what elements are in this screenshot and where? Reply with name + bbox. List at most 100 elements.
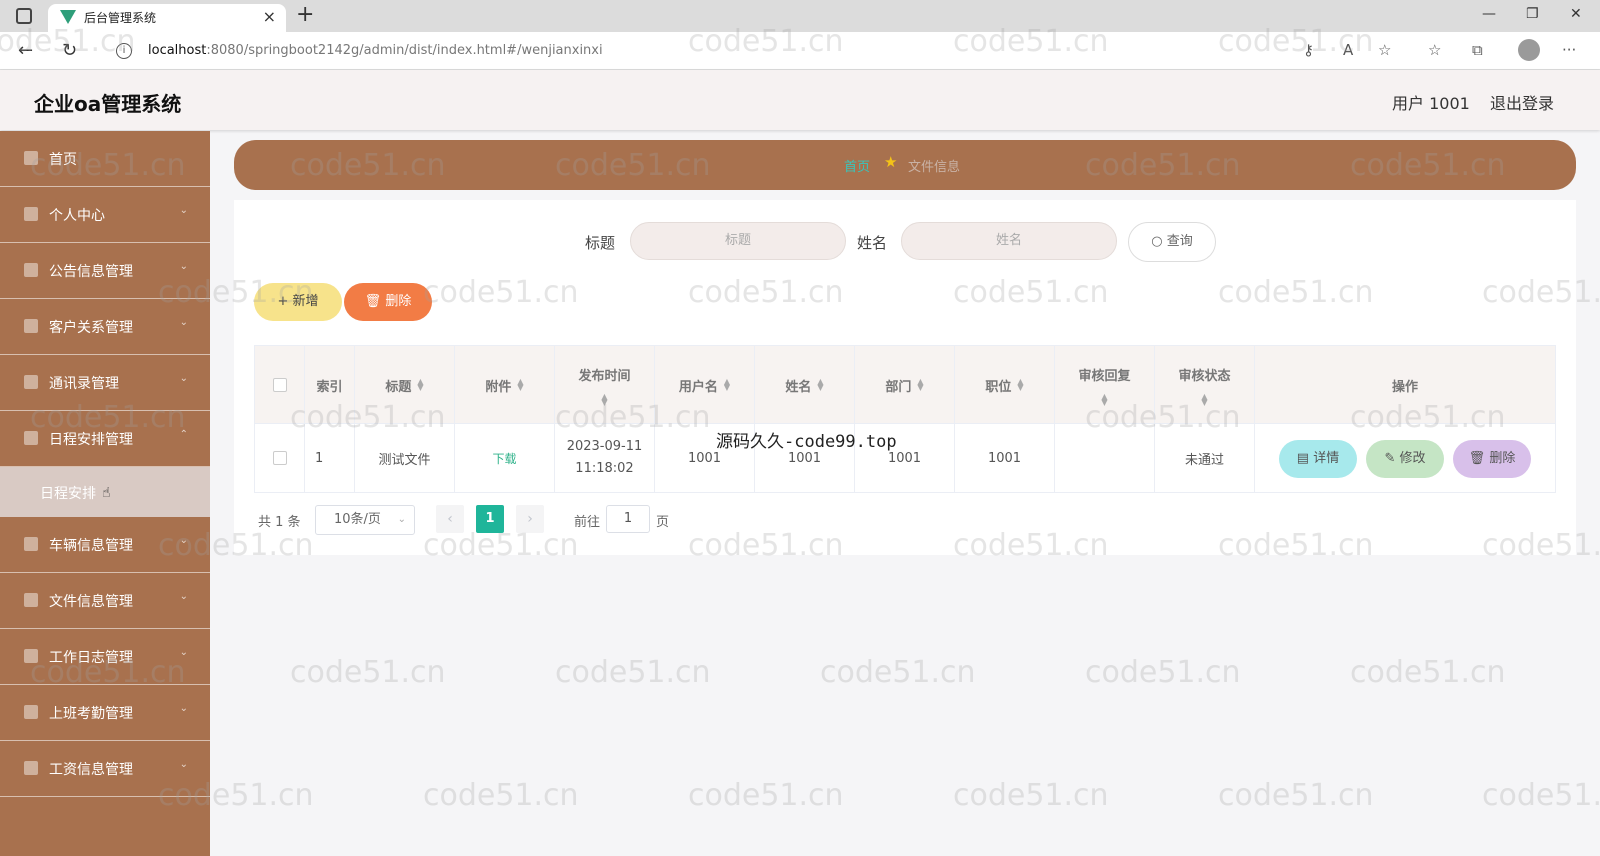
sidebar-item-attendance[interactable]: 上班考勤管理 ⌄ (0, 685, 210, 741)
row-delete-button[interactable]: 🗑 删除 (1453, 440, 1531, 478)
sidebar-item-customers[interactable]: 客户关系管理 ⌄ (0, 299, 210, 355)
header-index: 索引 (305, 346, 355, 424)
query-button[interactable]: ○ 查询 (1128, 222, 1216, 262)
header-username[interactable]: 用户名 ▲ ▼ (655, 346, 755, 424)
breadcrumb: 首页 ★ 文件信息 (234, 140, 1576, 190)
browser-tab[interactable]: 后台管理系统 × (48, 4, 286, 32)
close-tab-icon[interactable]: × (263, 7, 276, 26)
header-attachment[interactable]: 附件 ▲ ▼ (455, 346, 555, 424)
home-icon (24, 151, 38, 165)
download-link[interactable]: 下载 (492, 450, 516, 467)
header-title[interactable]: 标题 ▲ ▼ (355, 346, 455, 424)
chevron-down-icon: ⌄ (179, 535, 188, 546)
sidebar-item-vehicles[interactable]: 车辆信息管理 ⌄ (0, 517, 210, 573)
sidebar-item-label: 公告信息管理 (49, 264, 133, 280)
header-department[interactable]: 部门 ▲ ▼ (855, 346, 955, 424)
compass-icon (24, 375, 38, 389)
sidebar-item-label: 日程安排管理 (49, 432, 133, 448)
sidebar-item-schedule[interactable]: 日程安排管理 ⌃ (0, 411, 210, 467)
read-aloud-icon[interactable]: A (1343, 41, 1353, 59)
goto-label: 前往 (574, 515, 601, 530)
key-icon[interactable]: ⚷ (1303, 41, 1314, 59)
trash-icon: 🗑 (1468, 451, 1490, 466)
search-icon: ○ (1151, 234, 1167, 249)
sidebar-item-files[interactable]: 文件信息管理 ⌄ (0, 573, 210, 629)
goto-page-input[interactable]: 1 (606, 505, 650, 533)
breadcrumb-home[interactable]: 首页 (844, 156, 870, 175)
row-checkbox[interactable] (272, 451, 287, 465)
sidebar-item-personal-center[interactable]: 个人中心 ⌄ (0, 187, 210, 243)
sidebar-item-worklog[interactable]: 工作日志管理 ⌄ (0, 629, 210, 685)
sort-icon[interactable]: ▲ ▼ (1101, 392, 1107, 406)
sort-icon[interactable]: ▲ ▼ (724, 378, 730, 392)
detail-button[interactable]: ▤ 详情 (1279, 440, 1357, 478)
sidebar-item-label: 文件信息管理 (49, 594, 133, 610)
url-field[interactable]: i localhost:8080/springboot2142g/admin/d… (100, 36, 1410, 66)
name-search-input[interactable]: 姓名 (901, 222, 1117, 260)
header-position[interactable]: 职位 ▲ ▼ (955, 346, 1055, 424)
sort-icon[interactable]: ▲ ▼ (1017, 378, 1023, 392)
chevron-down-icon: ⌄ (397, 514, 406, 525)
header-name[interactable]: 姓名 ▲ ▼ (755, 346, 855, 424)
header-review-reply[interactable]: 审核回复 ▲ ▼ (1055, 346, 1155, 424)
sidebar-item-home[interactable]: 首页 (0, 131, 210, 187)
url-text: localhost:8080/springboot2142g/admin/dis… (148, 43, 603, 58)
edit-button[interactable]: ✎ 修改 (1366, 440, 1444, 478)
bar-chart-icon (24, 263, 38, 277)
next-page-button[interactable]: › (516, 505, 544, 533)
minimize-icon[interactable]: — (1482, 6, 1496, 22)
watermark: code51.cn (555, 655, 711, 690)
page-size-value: 10条/页 (334, 512, 381, 527)
watermark: code51.cn (423, 778, 579, 813)
sidebar-item-salary[interactable]: 工资信息管理 ⌄ (0, 741, 210, 797)
person-icon (24, 705, 38, 719)
sidebar-item-contacts[interactable]: 通讯录管理 ⌄ (0, 355, 210, 411)
sort-icon[interactable]: ▲ ▼ (517, 378, 523, 392)
sidebar-item-label: 通讯录管理 (49, 376, 119, 392)
window-close-icon[interactable]: ✕ (1570, 6, 1582, 22)
sidebar-item-label: 上班考勤管理 (49, 706, 133, 722)
header-review-status[interactable]: 审核状态 ▲ ▼ (1155, 346, 1255, 424)
collections-icon[interactable]: ⧉ (1472, 41, 1483, 59)
favorites-icon[interactable]: ☆ (1428, 41, 1441, 59)
tab-actions-icon[interactable] (16, 8, 32, 24)
sort-icon[interactable]: ▲ ▼ (601, 392, 607, 406)
add-button-label: 新增 (292, 294, 319, 309)
prev-page-button[interactable]: ‹ (436, 505, 464, 533)
document-icon (24, 761, 38, 775)
table-header: 索引 标题 ▲ ▼ 附件 ▲ ▼ 发布时间 ▲ ▼ 用户名 ▲ ▼ 姓名 ▲ ▼ 部门 ▲ ▼ 职位 ▲ ▼… (255, 346, 1555, 424)
title-search-input[interactable]: 标题 (630, 222, 846, 260)
batch-delete-button[interactable]: 🗑 删除 (344, 283, 432, 321)
batch-delete-label: 删除 (385, 294, 412, 309)
chevron-down-icon: ⌄ (179, 591, 188, 602)
edit-button-label: 修改 (1399, 451, 1426, 466)
sort-icon[interactable]: ▲ ▼ (1201, 392, 1207, 406)
star-icon: ★ (884, 153, 898, 171)
back-icon[interactable]: ← (18, 40, 33, 61)
new-tab-icon[interactable]: + (296, 2, 314, 27)
more-icon[interactable]: ··· (1562, 41, 1576, 59)
logout-button[interactable]: 退出登录 (1490, 90, 1554, 114)
page-number-current[interactable]: 1 (476, 505, 504, 533)
sort-icon[interactable]: ▲ ▼ (817, 378, 823, 392)
watermark: code51.cn (290, 655, 446, 690)
add-favorite-icon[interactable]: ☆ (1378, 41, 1391, 59)
cell-review-reply (1055, 424, 1155, 492)
sidebar-item-announcements[interactable]: 公告信息管理 ⌄ (0, 243, 210, 299)
select-all-checkbox[interactable] (272, 378, 287, 392)
sort-icon[interactable]: ▲ ▼ (917, 378, 923, 392)
refresh-icon[interactable]: ↻ (62, 40, 77, 61)
restore-icon[interactable]: ❐ (1526, 6, 1539, 22)
browser-tab-bar: 后台管理系统 × + — ❐ ✕ (0, 0, 1600, 32)
header-publish-time[interactable]: 发布时间 ▲ ▼ (555, 346, 655, 424)
info-icon[interactable]: i (116, 43, 132, 59)
page-size-select[interactable]: 10条/页 ⌄ (315, 505, 415, 535)
sidebar-subitem-schedule[interactable]: 日程安排 ☝ (0, 467, 210, 517)
profile-avatar[interactable] (1518, 39, 1540, 61)
sort-icon[interactable]: ▲ ▼ (417, 378, 423, 392)
chevron-down-icon: ⌄ (179, 317, 188, 328)
add-button[interactable]: + 新增 (254, 283, 342, 321)
sidebar: 首页 个人中心 ⌄ 公告信息管理 ⌄ 客户关系管理 ⌄ 通讯录管理 ⌄ 日程安排… (0, 131, 210, 856)
user-label: 用户 1001 (1392, 94, 1470, 113)
sidebar-subitem-label: 日程安排 (40, 486, 96, 502)
